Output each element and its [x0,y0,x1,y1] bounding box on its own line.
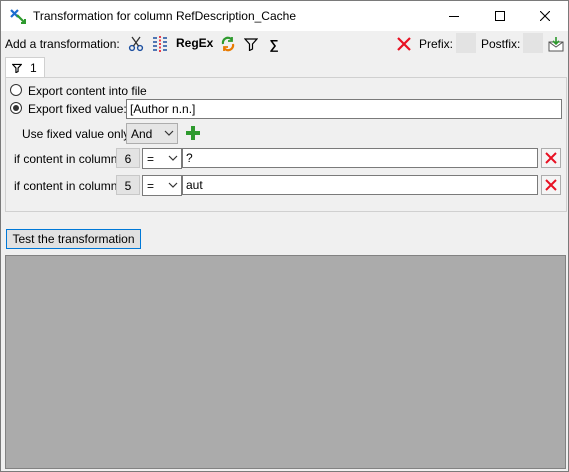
postfix-label: Postfix: [481,37,521,51]
prefix-field[interactable] [456,33,476,53]
prefix-label: Prefix: [419,37,454,51]
fixed-value-input[interactable]: [Author n.n.] [126,99,562,119]
conjunction-select[interactable]: And [126,123,178,144]
condition-value-input[interactable]: aut [182,175,538,195]
delete-condition-button[interactable] [541,175,561,195]
red-x-icon [545,179,557,191]
replace-icon[interactable] [219,35,237,53]
split-columns-icon[interactable] [151,35,169,53]
delete-condition-button[interactable] [541,148,561,168]
postfix-field[interactable] [523,33,543,53]
export-fixed-label[interactable]: Export fixed value: [28,102,127,116]
export-content-label[interactable]: Export content into file [28,84,147,98]
filter-icon [12,63,22,73]
add-transformation-label: Add a transformation: [5,37,120,51]
transformation-panel: Export content into file Export fixed va… [5,77,567,212]
transformation-window: Transformation for column RefDescription… [0,0,569,472]
minimize-icon [449,16,459,17]
condition-value-input[interactable]: ? [182,148,538,168]
filter-icon[interactable] [242,35,260,53]
tab-label: 1 [30,60,37,75]
envelope-icon[interactable] [547,35,565,53]
condition-column: 5 [116,175,140,195]
delete-prefix-icon[interactable] [395,35,413,53]
maximize-button[interactable] [477,1,523,31]
transformation-toolbar: Add a transformation: RegEx ∑ Prefix: Po… [1,32,568,56]
maximize-icon [495,11,505,21]
test-transformation-button[interactable]: Test the transformation [6,229,141,249]
condition-label: if content in column [14,152,118,166]
app-icon [9,7,27,25]
export-content-radio[interactable] [10,84,22,96]
close-button[interactable] [522,1,568,31]
tab-strip: 1 [1,57,568,77]
operator-value: = [147,152,155,166]
title-bar: Transformation for column RefDescription… [1,1,568,31]
tab-1[interactable]: 1 [5,57,45,77]
chevron-down-icon [168,182,178,188]
window-title: Transformation for column RefDescription… [33,9,296,23]
export-fixed-radio[interactable] [10,102,22,114]
sum-icon[interactable]: ∑ [265,35,283,53]
minimize-button[interactable] [431,1,477,31]
conjunction-value: And [131,127,153,141]
red-x-icon [545,152,557,164]
add-condition-button[interactable] [183,123,203,143]
close-icon [540,11,550,21]
scissors-icon[interactable] [127,35,145,53]
plus-icon [186,126,200,140]
use-fixed-label: Use fixed value only [22,127,130,141]
test-output-area [5,255,566,469]
regex-button[interactable]: RegEx [176,36,213,50]
condition-label: if content in column [14,179,118,193]
operator-value: = [147,179,155,193]
operator-select[interactable]: = [142,148,182,169]
chevron-down-icon [164,130,174,136]
condition-column: 6 [116,148,140,168]
chevron-down-icon [168,155,178,161]
operator-select[interactable]: = [142,175,182,196]
